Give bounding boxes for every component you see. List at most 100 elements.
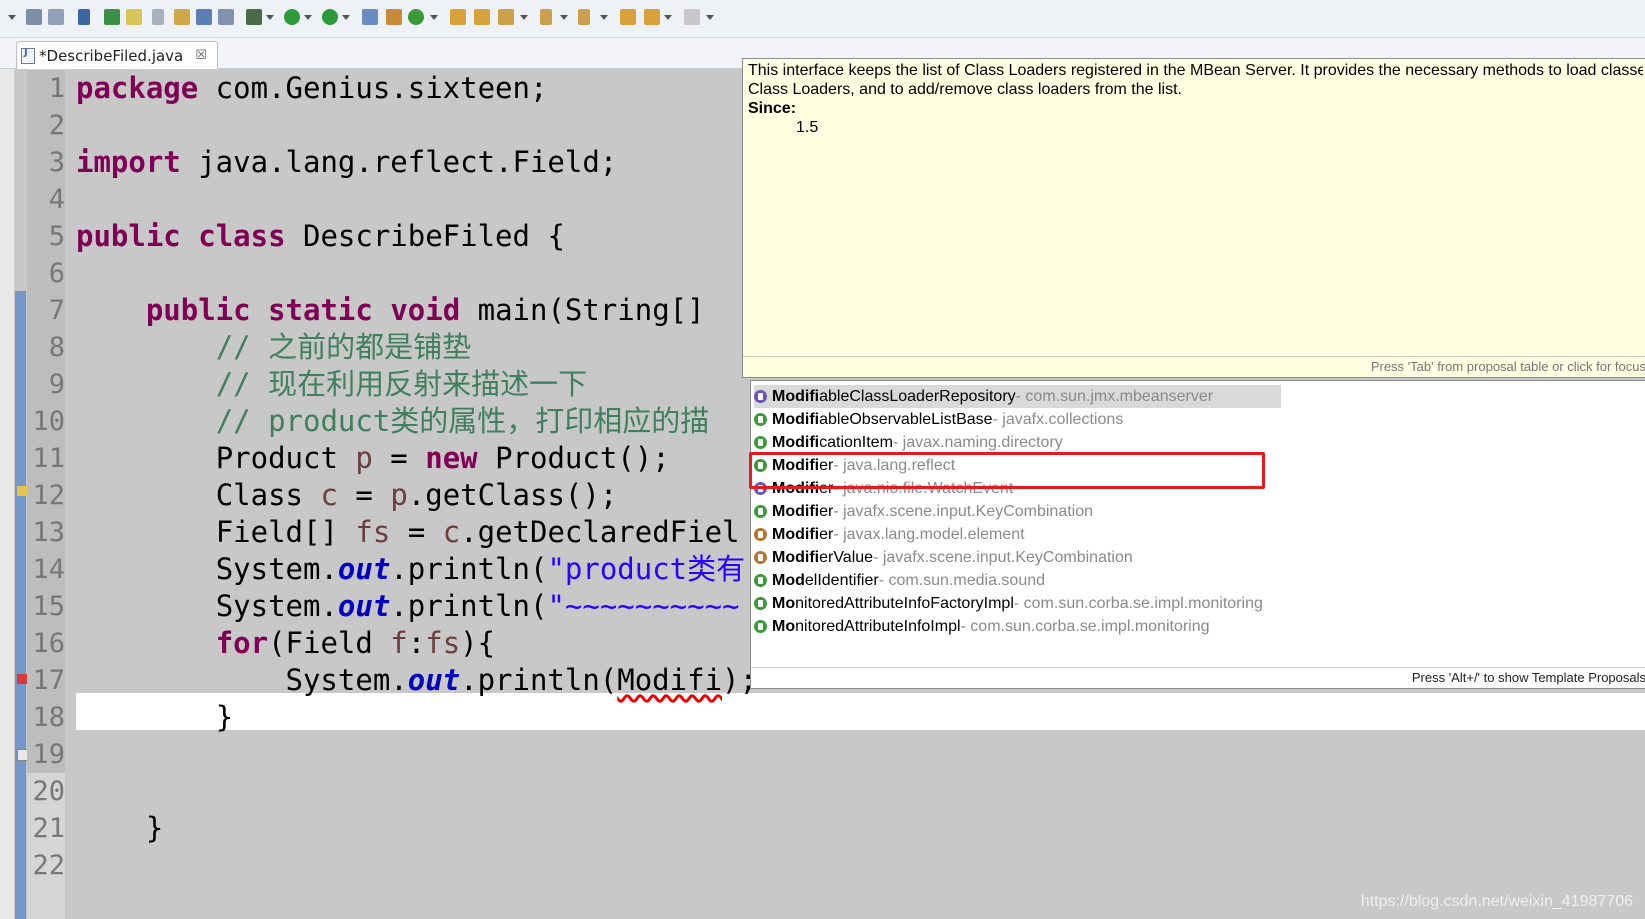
proposal-match: Mo	[772, 617, 796, 635]
code-line-7[interactable]: public static void main(String[]	[76, 292, 705, 329]
code-line-10[interactable]: // product类的属性，打印相应的描	[76, 403, 710, 440]
next-edit-icon[interactable]	[540, 9, 552, 25]
new-java-project-icon[interactable]	[362, 9, 378, 25]
code-line-14[interactable]: System.out.println("product类有	[76, 551, 745, 588]
next-edit-dropdown-icon[interactable]	[560, 15, 569, 21]
external-tool-dropdown-icon[interactable]	[342, 15, 351, 21]
show-whitespace-icon[interactable]	[196, 9, 212, 25]
last-edit-location-icon[interactable]	[620, 9, 636, 25]
class-icon	[754, 436, 767, 449]
code-text: .println(	[390, 589, 548, 623]
line-number: 8	[27, 329, 65, 366]
overview-ruler	[0, 69, 14, 919]
open-task-icon[interactable]	[474, 9, 490, 25]
javadoc-popup[interactable]: This interface keeps the list of Class L…	[742, 58, 1645, 378]
proposal-item[interactable]: Mod elIdentifier - com.sun.media.sound	[754, 569, 1281, 592]
code-line-5[interactable]: public class DescribeFiled {	[76, 218, 565, 255]
debug-icon[interactable]	[246, 9, 262, 25]
keyword: public	[145, 293, 251, 327]
class-icon	[754, 597, 767, 610]
run-external-tool-icon[interactable]	[322, 9, 338, 25]
search-icon[interactable]	[498, 9, 514, 25]
new-class-icon[interactable]	[408, 9, 424, 25]
back-arrow-icon[interactable]	[644, 9, 660, 25]
code-line-18[interactable]: }	[76, 699, 233, 736]
proposal-item[interactable]: Modifi erValue - javafx.scene.input.KeyCo…	[754, 546, 1281, 569]
proposal-package: - javax.lang.model.element	[833, 525, 1025, 543]
new-package-icon[interactable]	[386, 9, 402, 25]
paragraph-icon[interactable]	[218, 9, 234, 25]
proposal-item[interactable]: Modifi ableObservableListBase - javafx.co…	[754, 408, 1281, 431]
previous-edit-icon[interactable]	[578, 9, 590, 25]
proposal-item[interactable]: Modifi cationItem - javax.naming.director…	[754, 431, 1281, 454]
editor-tab-describefiled[interactable]: *DescribeFiled.java ☒	[16, 41, 218, 69]
string: "~~~~~~~~~~	[547, 589, 740, 623]
proposal-item[interactable]: Mo nitoredAttributeInfoImpl - com.sun.cor…	[754, 615, 1281, 638]
line-number: 3	[27, 144, 65, 181]
debug-dropdown-icon[interactable]	[266, 15, 275, 21]
proposal-name: er	[819, 502, 834, 520]
code-text: .getDeclaredFiel	[460, 515, 740, 549]
code-line-13[interactable]: Field[] fs = c.getDeclaredFiel	[76, 514, 740, 551]
main-toolbar	[0, 0, 1645, 38]
line-number-gutter: 1 2 3 4 5 6 7 8 9 10 11 12 13 14 15 16 1…	[27, 69, 65, 919]
save-icon[interactable]	[26, 9, 42, 25]
code-line-15[interactable]: System.out.println("~~~~~~~~~~	[76, 588, 740, 625]
toggle-mark-occurrences-icon[interactable]	[126, 9, 142, 25]
proposal-item[interactable]: Mo nitoredAttributeInfoFactoryImpl - com.…	[754, 592, 1281, 615]
run-dropdown-icon[interactable]	[304, 15, 313, 21]
code-line-9[interactable]: // 现在利用反射来描述一下	[76, 366, 587, 403]
close-tab-icon[interactable]: ☒	[195, 48, 207, 63]
variable: fs	[425, 626, 461, 660]
javadoc-text: This interface keeps the list of Class L…	[748, 61, 1643, 137]
content-assist-popup[interactable]: Modifi ableClassLoaderRepository - com.su…	[750, 380, 1645, 689]
error-token: Modifi	[617, 663, 723, 697]
interface-icon	[754, 390, 767, 403]
code-text: :	[407, 626, 426, 660]
code-line-1[interactable]: package com.Genius.sixteen;	[76, 70, 547, 107]
skip-breakpoints-icon[interactable]	[78, 9, 90, 25]
forward-arrow-icon[interactable]	[684, 9, 700, 25]
line-number: 9	[27, 366, 65, 403]
line-number: 14	[27, 551, 65, 588]
code-line-8[interactable]: // 之前的都是铺垫	[76, 329, 471, 366]
variable: p	[355, 441, 373, 475]
line-number: 22	[32, 850, 65, 881]
code-line-12[interactable]: Class c = p.getClass();	[76, 477, 618, 514]
comment: // 现在利用反射来描述一下	[215, 367, 588, 401]
code-line-21[interactable]: }	[76, 810, 163, 847]
keyword: import	[76, 145, 181, 179]
block-selection-icon[interactable]	[152, 9, 164, 25]
string: "product类有	[547, 552, 746, 586]
run-icon[interactable]	[284, 9, 300, 25]
code-line-3[interactable]: import java.lang.reflect.Field;	[76, 144, 617, 181]
dropdown-arrow-icon[interactable]	[8, 15, 17, 21]
code-line-17[interactable]: System.out.println(Modifi);	[76, 662, 757, 699]
toggle-ant-icon[interactable]	[104, 9, 120, 25]
new-class-dropdown-icon[interactable]	[430, 15, 439, 21]
keyword: new	[425, 441, 478, 475]
proposal-package: - javafx.collections	[992, 410, 1124, 428]
proposal-package: - com.sun.media.sound	[878, 571, 1046, 589]
code-line-16[interactable]: for(Field f:fs){	[76, 625, 495, 662]
line-number: 1	[27, 70, 65, 107]
save-all-icon[interactable]	[48, 9, 64, 25]
code-text: DescribeFiled {	[285, 219, 565, 253]
field: out	[407, 663, 461, 697]
line-number: 13	[27, 514, 65, 551]
proposal-item[interactable]: Modifi er - javafx.scene.input.KeyCombina…	[754, 500, 1281, 523]
open-type-icon[interactable]	[450, 9, 466, 25]
code-text: System.	[215, 552, 338, 586]
next-annotation-icon[interactable]	[174, 9, 190, 25]
code-line-11[interactable]: Product p = new Product();	[76, 440, 670, 477]
forward-dropdown-icon[interactable]	[706, 15, 715, 21]
line-number: 12	[27, 477, 65, 514]
back-dropdown-icon[interactable]	[664, 15, 673, 21]
search-dropdown-icon[interactable]	[520, 15, 529, 21]
proposal-item[interactable]: Modifi ableClassLoaderRepository - com.su…	[754, 385, 1281, 408]
previous-edit-dropdown-icon[interactable]	[600, 15, 609, 21]
line-number: 16	[27, 625, 65, 662]
proposal-item[interactable]: Modifi er - javax.lang.model.element	[754, 523, 1281, 546]
line-number: 18	[27, 699, 65, 736]
code-text: .getClass();	[407, 478, 618, 512]
